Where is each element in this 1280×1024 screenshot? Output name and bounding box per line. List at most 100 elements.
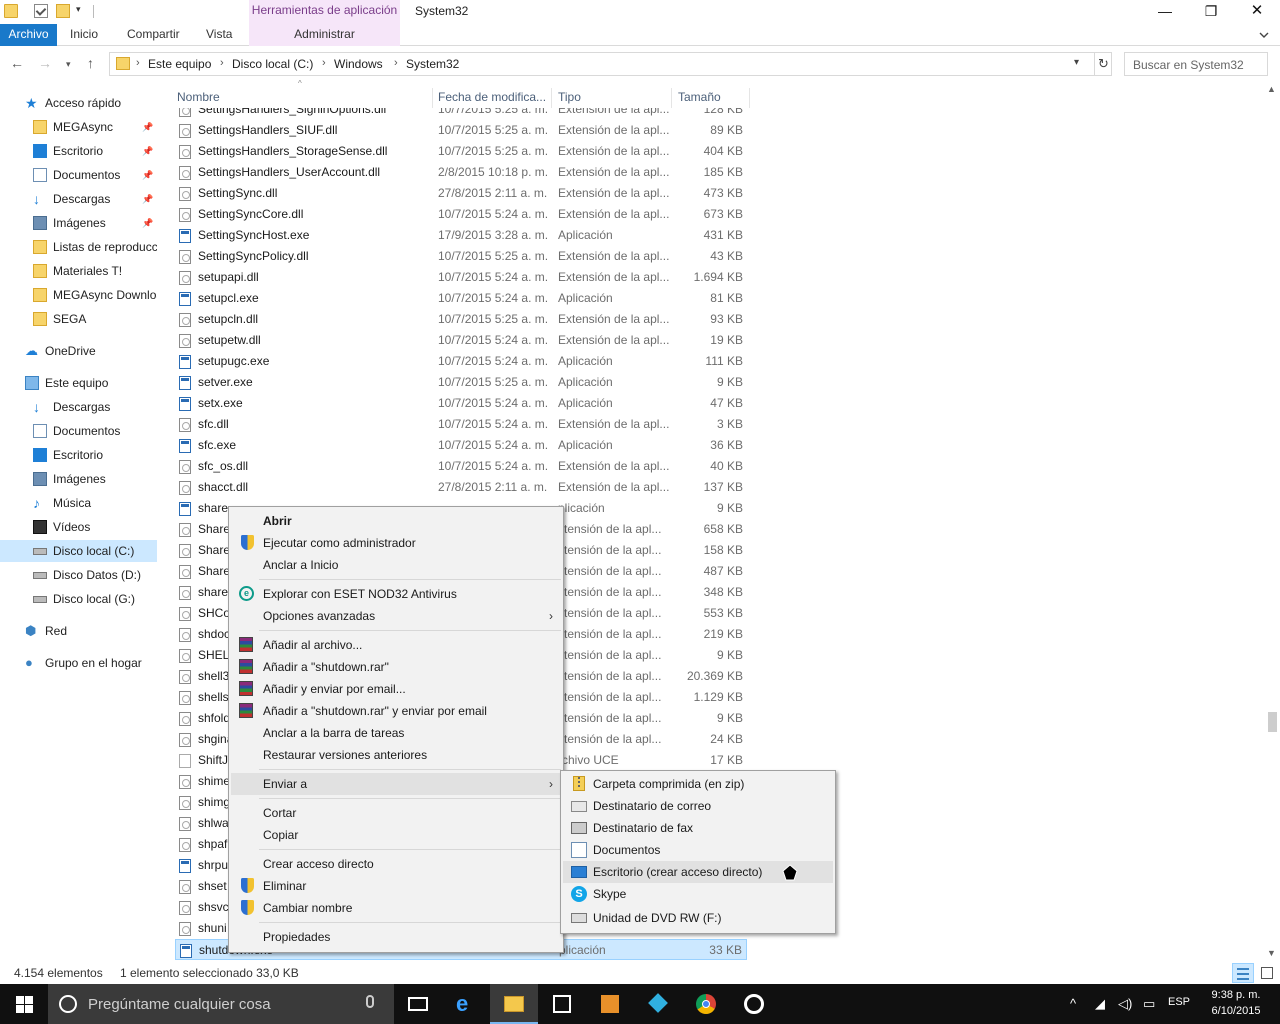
context-menu-item[interactable]: e Explorar con ESET NOD32 Antivirus	[231, 583, 561, 605]
column-header-type[interactable]: Tipo	[558, 90, 581, 104]
context-menu-item[interactable]: Anclar a Inicio	[231, 554, 561, 576]
sidebar-item[interactable]: MEGAsync 📌	[0, 116, 157, 138]
file-row[interactable]: sfc_os.dll 10/7/2015 5:24 a. m. Extensión …	[175, 456, 747, 477]
cortana-search-box[interactable]: Pregúntame cualquier cosa	[48, 984, 394, 1024]
context-menu-item[interactable]: Añadir a "shutdown.rar"	[231, 656, 561, 678]
sidebar-item[interactable]: ↓ Descargas 📌	[0, 188, 157, 210]
recent-locations-icon[interactable]: ▾	[66, 59, 71, 70]
sidebar-item[interactable]: ● Grupo en el hogar	[0, 652, 157, 674]
column-header-size[interactable]: Tamaño	[678, 90, 721, 104]
context-menu-item[interactable]: Añadir y enviar por email...	[231, 678, 561, 700]
scroll-up-icon[interactable]: ▲	[1267, 84, 1276, 94]
context-menu-item[interactable]: Opciones avanzadas ›	[231, 605, 561, 627]
send-to-item[interactable]: Unidad de DVD RW (F:)	[563, 907, 833, 929]
media-player-icon[interactable]	[586, 984, 634, 1024]
file-row[interactable]: setupetw.dll 10/7/2015 5:24 a. m. Extensió…	[175, 330, 747, 351]
file-row[interactable]: setx.exe 10/7/2015 5:24 a. m. Aplicación 47…	[175, 393, 747, 414]
send-to-item[interactable]: S Skype	[563, 883, 833, 905]
sidebar-item[interactable]: ⬢ Red	[0, 620, 157, 642]
file-row[interactable]: SettingsHandlers_StorageSense.dll 10/7/20…	[175, 141, 747, 162]
refresh-icon[interactable]: ↻	[1094, 53, 1112, 75]
details-view-button[interactable]	[1232, 963, 1254, 983]
context-menu-item[interactable]: Restaurar versiones anteriores	[231, 744, 561, 766]
file-row[interactable]: setver.exe 10/7/2015 5:25 a. m. Aplicación…	[175, 372, 747, 393]
context-menu-item[interactable]: Añadir a "shutdown.rar" y enviar por ema…	[231, 700, 561, 722]
start-button[interactable]	[0, 984, 48, 1024]
chevron-right-icon[interactable]: ›	[136, 57, 140, 69]
sidebar-item[interactable]: Imágenes	[0, 468, 157, 490]
tab-inicio[interactable]: Inicio	[70, 24, 98, 46]
chevron-right-icon[interactable]: ›	[394, 57, 398, 69]
context-menu-item[interactable]: Enviar a ›	[231, 773, 561, 795]
clock-time[interactable]: 9:38 p. m.	[1204, 989, 1268, 1001]
edge-icon[interactable]: e	[442, 984, 490, 1024]
column-header-date[interactable]: Fecha de modifica...	[438, 90, 546, 104]
context-menu-item[interactable]: Ejecutar como administrador	[231, 532, 561, 554]
sidebar-item[interactable]: ♪ Música	[0, 492, 157, 514]
properties-icon[interactable]	[34, 4, 48, 18]
column-divider[interactable]	[671, 88, 672, 108]
breadcrumb-windows[interactable]: Windows	[334, 57, 383, 71]
breadcrumb-system32[interactable]: System32	[406, 57, 459, 71]
network-icon[interactable]: ◢	[1095, 996, 1105, 1012]
input-language[interactable]: ESP	[1168, 996, 1190, 1008]
file-row[interactable]: SettingSyncPolicy.dll 10/7/2015 5:25 a. m…	[175, 246, 747, 267]
sidebar-item[interactable]: Listas de reproducc	[0, 236, 157, 258]
file-row[interactable]: SettingSyncHost.exe 17/9/2015 3:28 a. m. A…	[175, 225, 747, 246]
tab-administrar[interactable]: Administrar	[249, 24, 400, 46]
vertical-scrollbar[interactable]: ▲ ▼	[1264, 82, 1280, 960]
sidebar-item[interactable]: ★ Acceso rápido	[0, 92, 157, 114]
file-row[interactable]: shacct.dll 27/8/2015 2:11 a. m. Extensión …	[175, 477, 747, 498]
file-row[interactable]: SettingsHandlers_SigninOptions.dll 10/7/2…	[175, 108, 747, 120]
notifications-icon[interactable]: ▭	[1143, 996, 1155, 1012]
context-menu-item[interactable]: Abrir	[231, 510, 561, 532]
context-menu-item[interactable]: Anclar a la barra de tareas	[231, 722, 561, 744]
search-input[interactable]: Buscar en System32	[1124, 52, 1268, 76]
file-row[interactable]: SettingsHandlers_SIUF.dll 10/7/2015 5:25 …	[175, 120, 747, 141]
show-hidden-icons-icon[interactable]: ^	[1070, 996, 1076, 1011]
file-row[interactable]: SettingSyncCore.dll 10/7/2015 5:24 a. m. E…	[175, 204, 747, 225]
sidebar-item[interactable]: Escritorio 📌	[0, 140, 157, 162]
groove-icon[interactable]	[730, 984, 778, 1024]
column-divider[interactable]	[749, 88, 750, 108]
microphone-icon[interactable]	[366, 995, 374, 1008]
chevron-right-icon[interactable]: ›	[322, 57, 326, 69]
quick-access-dropdown-icon[interactable]: ▾	[76, 4, 86, 18]
column-header-name[interactable]: Nombre	[177, 90, 220, 104]
sidebar-item[interactable]: Disco local (G:)	[0, 588, 157, 610]
sidebar-item[interactable]: Disco local (C:)	[0, 540, 157, 562]
send-to-item[interactable]: Destinatario de correo	[563, 795, 833, 817]
breadcrumb-este-equipo[interactable]: Este equipo	[148, 57, 211, 71]
sidebar-item[interactable]: Escritorio	[0, 444, 157, 466]
send-to-item[interactable]: Carpeta comprimida (en zip)	[563, 773, 833, 795]
maximize-button[interactable]: ❐	[1188, 0, 1234, 24]
kodi-icon[interactable]	[634, 984, 682, 1024]
sidebar-item[interactable]: Materiales T!	[0, 260, 157, 282]
context-menu-item[interactable]: Añadir al archivo...	[231, 634, 561, 656]
up-arrow-icon[interactable]: ↑	[87, 55, 94, 71]
task-view-icon[interactable]	[394, 984, 442, 1024]
sidebar-item[interactable]: ↓ Descargas	[0, 396, 157, 418]
chrome-icon[interactable]	[682, 984, 730, 1024]
breadcrumb-disco-local[interactable]: Disco local (C:)	[232, 57, 313, 71]
chevron-down-icon[interactable]: ▾	[1074, 57, 1079, 68]
scroll-down-icon[interactable]: ▼	[1267, 948, 1276, 958]
send-to-item[interactable]: Documentos	[563, 839, 833, 861]
file-explorer-icon[interactable]	[490, 984, 538, 1024]
context-menu-item[interactable]: Propiedades	[231, 926, 561, 948]
tab-archivo[interactable]: Archivo	[0, 24, 57, 46]
store-icon[interactable]	[538, 984, 586, 1024]
minimize-button[interactable]: —	[1142, 0, 1188, 24]
back-arrow-icon[interactable]: ←	[10, 55, 24, 71]
sidebar-item[interactable]: SEGA	[0, 308, 157, 330]
context-menu-item[interactable]: Eliminar	[231, 875, 561, 897]
sidebar-item[interactable]: Imágenes 📌	[0, 212, 157, 234]
sidebar-item[interactable]: Documentos 📌	[0, 164, 157, 186]
column-divider[interactable]	[432, 88, 433, 108]
tab-vista[interactable]: Vista	[206, 24, 232, 46]
new-folder-icon[interactable]	[56, 4, 70, 18]
file-row[interactable]: SettingSync.dll 27/8/2015 2:11 a. m. Exten…	[175, 183, 747, 204]
folder-icon[interactable]	[4, 4, 18, 18]
file-row[interactable]: setupugc.exe 10/7/2015 5:24 a. m. Aplicaci…	[175, 351, 747, 372]
chevron-right-icon[interactable]: ›	[220, 57, 224, 69]
